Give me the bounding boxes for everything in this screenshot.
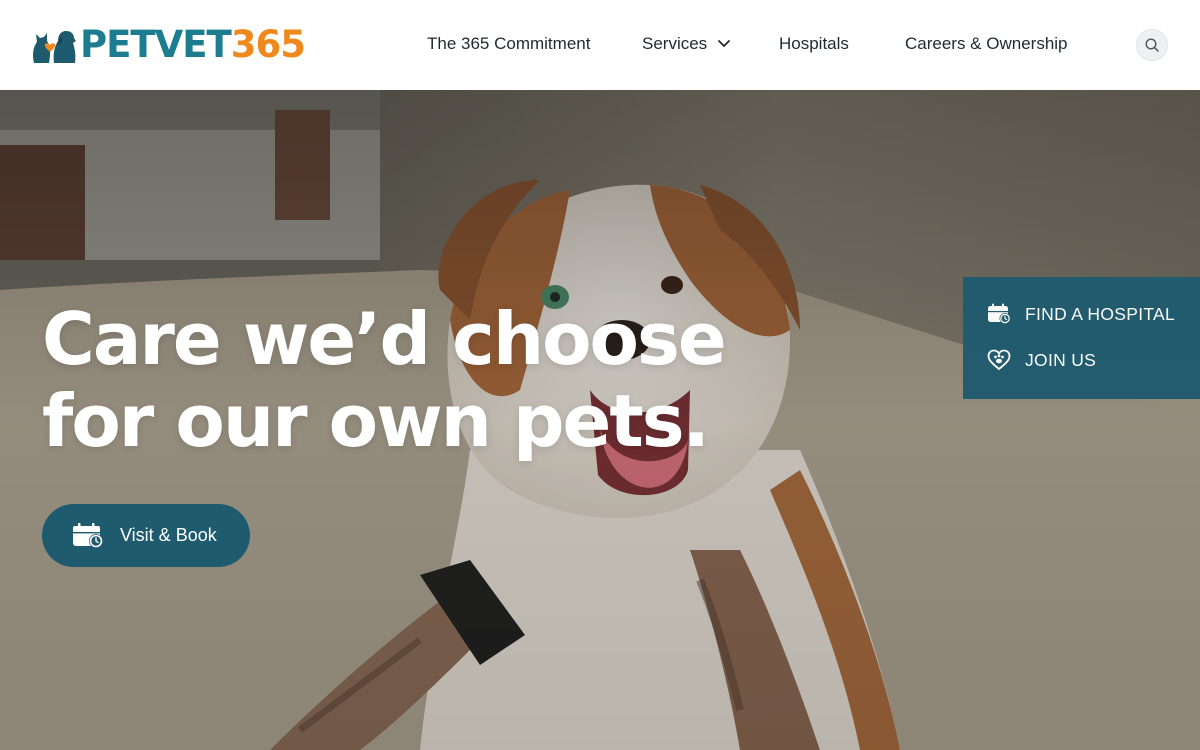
nav-item-label: Services: [642, 34, 708, 53]
nav-item-365-commitment[interactable]: The 365 Commitment: [427, 34, 590, 54]
hero-section: Care we’d choose for our own pets. Visit…: [0, 90, 1200, 750]
hero-headline-line-1: Care we’d choose: [42, 297, 727, 381]
visit-book-label: Visit & Book: [120, 525, 217, 545]
nav-item-careers[interactable]: Careers & Ownership: [905, 34, 1068, 54]
visit-book-button[interactable]: Visit & Book: [42, 504, 250, 567]
site-logo[interactable]: PETVET365: [30, 23, 306, 66]
logo-text-365: 365: [230, 23, 306, 66]
join-us-label: JOIN US: [1025, 349, 1097, 370]
calendar-clock-icon: [988, 303, 1011, 324]
nav-item-label: Hospitals: [779, 34, 849, 53]
nav-item-hospitals[interactable]: Hospitals: [779, 34, 849, 54]
chevron-down-icon: [718, 40, 731, 47]
quick-links-panel: FIND A HOSPITAL JOIN US: [963, 277, 1200, 399]
hero-headline: Care we’d choose for our own pets.: [42, 298, 742, 462]
site-header: PETVET365 The 365 Commitment Services Ho…: [0, 0, 1200, 90]
hero-headline-line-2: for our own pets.: [42, 379, 710, 463]
nav-item-label: Careers & Ownership: [905, 34, 1068, 53]
search-button[interactable]: [1136, 29, 1168, 61]
nav-item-label: The 365 Commitment: [427, 34, 591, 53]
logo-text-petvet: PETVET: [80, 23, 232, 66]
calendar-clock-icon: [73, 523, 103, 548]
pets-silhouette-icon: [33, 31, 76, 63]
logo-wordmark: PETVET365: [80, 23, 306, 66]
join-us-link[interactable]: JOIN US: [987, 349, 1096, 371]
find-hospital-label: FIND A HOSPITAL: [1025, 303, 1176, 324]
heart-paw-icon: [987, 349, 1011, 371]
nav-item-services[interactable]: Services: [642, 34, 731, 54]
find-hospital-link[interactable]: FIND A HOSPITAL: [987, 303, 1175, 325]
search-icon: [1145, 38, 1159, 52]
